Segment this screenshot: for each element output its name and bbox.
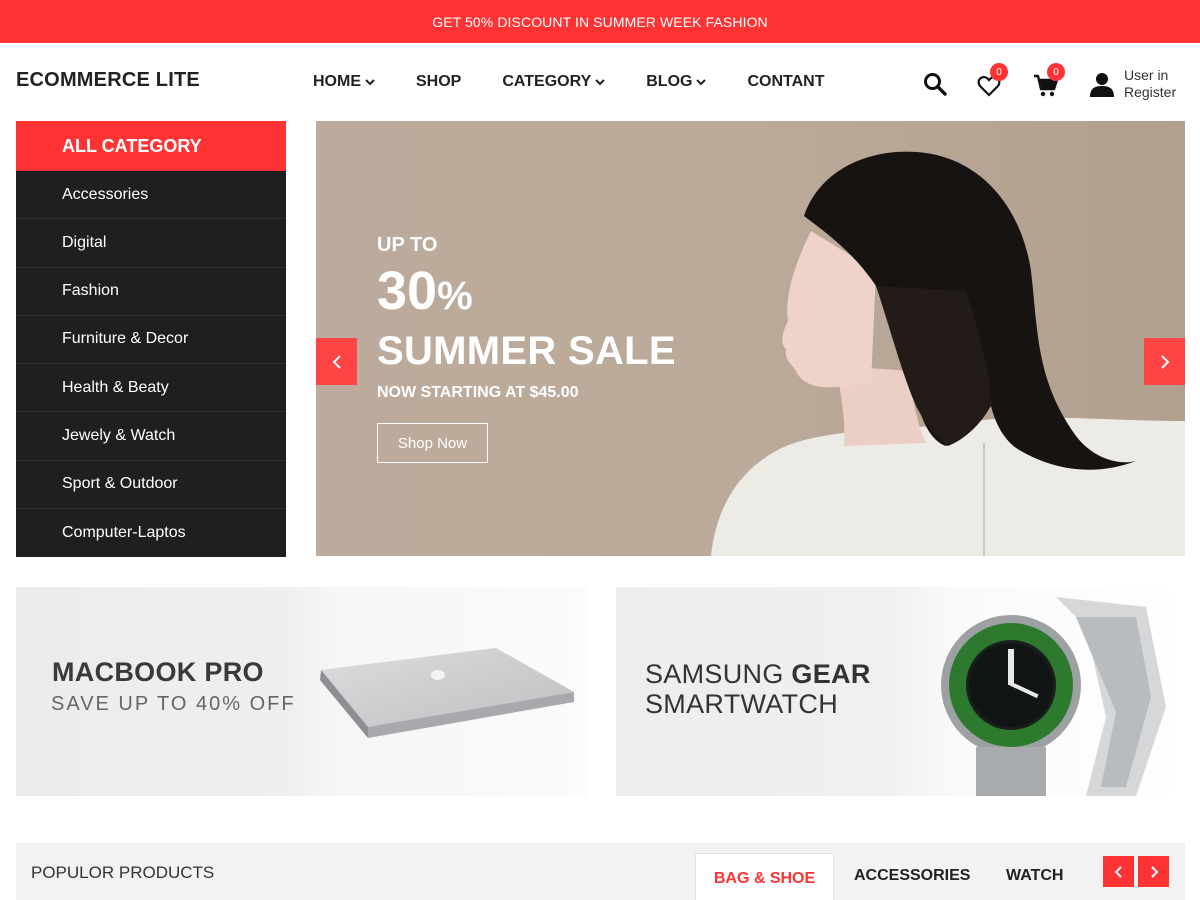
- user-account-links: User in Register: [1124, 67, 1176, 101]
- sidebar-item-digital[interactable]: Digital: [16, 219, 286, 268]
- hero-prev-button[interactable]: [316, 338, 357, 385]
- register-link[interactable]: Register: [1124, 84, 1176, 101]
- sidebar-item-fashion[interactable]: Fashion: [16, 268, 286, 316]
- products-next-button[interactable]: [1138, 856, 1169, 887]
- chevron-left-icon: [1114, 865, 1122, 878]
- nav-label: CATEGORY: [502, 73, 592, 90]
- promo-banner-macbook[interactable]: MACBOOK PRO SAVE UP TO 40% OFF: [16, 587, 587, 796]
- nav-item-contant[interactable]: CONTANT: [747, 73, 824, 91]
- nav-label: BLOG: [646, 73, 693, 90]
- sidebar-item-computer-laptops[interactable]: Computer-Laptos: [16, 509, 286, 557]
- announcement-text: GET 50% DISCOUNT IN SUMMER WEEK FASHION: [432, 13, 768, 30]
- hero-discount-value: 30: [377, 261, 438, 321]
- sidebar-item-furniture-decor[interactable]: Furniture & Decor: [16, 316, 286, 364]
- header: ECOMMERCE LITE HOME SHOP CATEGORY BLOG C…: [0, 43, 1200, 121]
- hero-discount-sign: %: [437, 274, 473, 318]
- tab-accessories[interactable]: ACCESSORIES: [854, 867, 970, 885]
- hero-headline: SUMMER SALE: [377, 329, 676, 373]
- brand-logo[interactable]: ECOMMERCE LITE: [16, 69, 200, 92]
- sidebar-item-health-beauty[interactable]: Health & Beaty: [16, 364, 286, 413]
- chevron-down-icon: [595, 79, 605, 86]
- nav-item-blog[interactable]: BLOG: [646, 73, 707, 91]
- promo-title: MACBOOK PRO: [52, 657, 264, 687]
- tab-bag-shoe[interactable]: BAG & SHOE: [695, 853, 834, 900]
- chevron-down-icon: [365, 79, 375, 86]
- nav-label: SHOP: [416, 73, 462, 90]
- promo-subtitle: SMARTWATCH: [645, 689, 838, 719]
- tab-watch[interactable]: WATCH: [1006, 867, 1063, 885]
- nav-item-home[interactable]: HOME: [313, 73, 375, 91]
- nav-label: HOME: [313, 73, 361, 90]
- sidebar-item-sport-outdoor[interactable]: Sport & Outdoor: [16, 461, 286, 509]
- nav-item-category[interactable]: CATEGORY: [502, 73, 605, 91]
- search-button[interactable]: [923, 72, 947, 101]
- products-prev-button[interactable]: [1103, 856, 1134, 887]
- promo-subtitle: SAVE UP TO 40% OFF: [51, 693, 296, 715]
- hero-kicker: UP TO: [377, 234, 438, 256]
- wishlist-count-badge: 0: [990, 63, 1008, 81]
- shop-now-button[interactable]: Shop Now: [377, 423, 488, 463]
- chevron-left-icon: [332, 354, 341, 369]
- popular-products-bar: POPULOR PRODUCTS BAG & SHOE ACCESSORIES …: [16, 843, 1185, 900]
- sidebar-item-jewelry-watch[interactable]: Jewely & Watch: [16, 412, 286, 461]
- hero-next-button[interactable]: [1144, 338, 1185, 385]
- category-sidebar: ALL CATEGORY Accessories Digital Fashion…: [16, 121, 286, 557]
- promo-title: SAMSUNG GEAR: [645, 659, 871, 690]
- announcement-bar: GET 50% DISCOUNT IN SUMMER WEEK FASHION: [0, 0, 1200, 43]
- chevron-right-icon: [1160, 354, 1169, 369]
- promo-banner-smartwatch[interactable]: SAMSUNG GEAR SMARTWATCH: [616, 587, 1185, 796]
- wishlist-button[interactable]: 0: [977, 63, 1008, 100]
- cart-button[interactable]: 0: [1033, 63, 1065, 100]
- watch-image: [941, 597, 1166, 796]
- popular-products-title: POPULOR PRODUCTS: [31, 863, 215, 882]
- chevron-down-icon: [696, 79, 707, 86]
- hero-slider: UP TO 30% SUMMER SALE NOW STARTING AT $4…: [316, 121, 1185, 556]
- search-icon: [924, 73, 947, 96]
- hero-subline: NOW STARTING AT $45.00: [377, 384, 579, 401]
- all-category-header[interactable]: ALL CATEGORY: [16, 121, 286, 171]
- user-account-button[interactable]: [1089, 71, 1115, 102]
- promo-title-bold: GEAR: [791, 659, 871, 689]
- chevron-right-icon: [1150, 865, 1158, 878]
- sidebar-item-accessories[interactable]: Accessories: [16, 171, 286, 220]
- promo-title-light: SAMSUNG: [645, 659, 792, 689]
- user-icon: [1090, 73, 1114, 97]
- hero-discount: 30%: [377, 261, 473, 321]
- cart-count-badge: 0: [1047, 63, 1065, 81]
- nav-item-shop[interactable]: SHOP: [416, 73, 461, 91]
- main-nav: HOME SHOP CATEGORY BLOG CONTANT: [313, 73, 824, 91]
- laptop-image: [320, 648, 574, 738]
- login-link[interactable]: User in: [1124, 67, 1176, 84]
- nav-label: CONTANT: [747, 73, 825, 90]
